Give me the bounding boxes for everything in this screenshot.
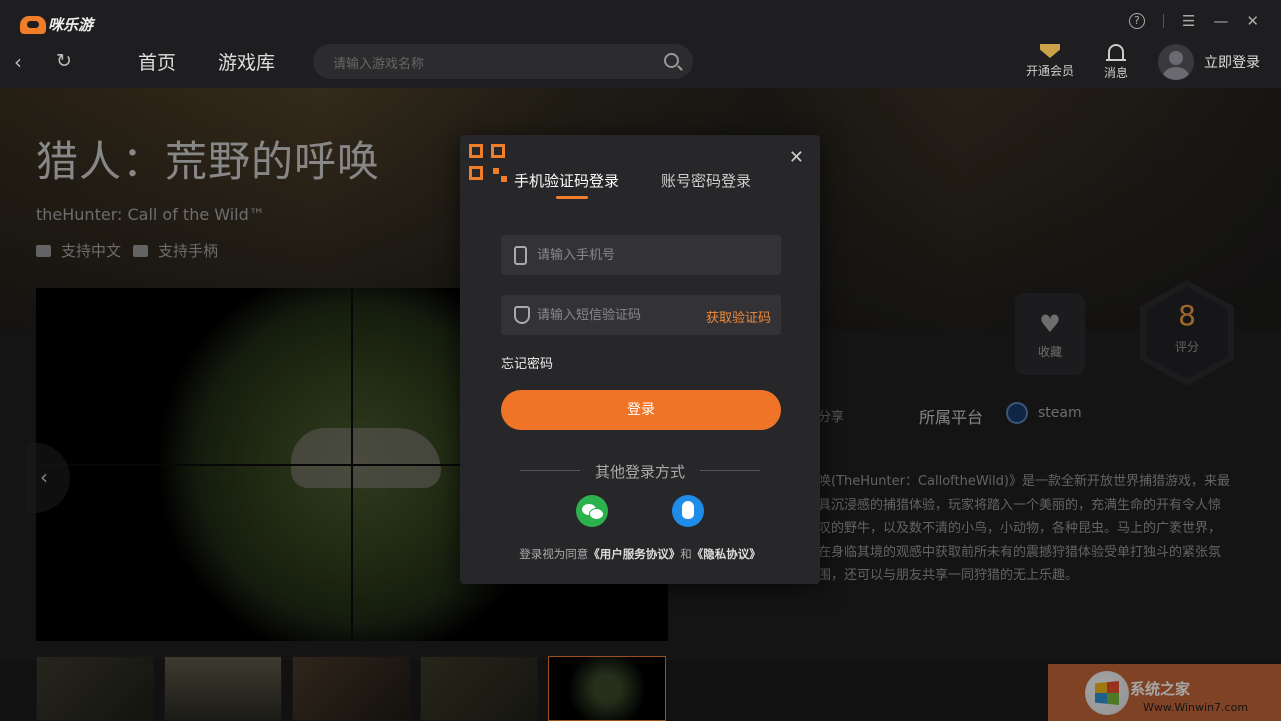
sms-code-field[interactable]: 获取验证码 (501, 295, 781, 335)
shield-icon (514, 306, 530, 324)
agreement-text: 登录视为同意《用户服务协议》和《隐私协议》 (460, 546, 820, 562)
help-icon[interactable]: ? (1128, 13, 1145, 29)
login-dialog: ✕ 手机验证码登录 账号密码登录 获取验证码 忘记密码 登录 其他登录方式 登录… (460, 135, 820, 584)
tab-game-library[interactable]: 游戏库 (218, 48, 275, 75)
phone-input[interactable] (537, 235, 697, 275)
search-placeholder: 请输入游戏名称 (333, 57, 425, 72)
qr-code-icon[interactable] (469, 144, 507, 182)
search-bar[interactable]: 请输入游戏名称 (313, 44, 693, 79)
login-button[interactable]: 登录 (501, 390, 781, 430)
refresh-icon[interactable]: ↻ (56, 50, 72, 72)
app-logo: 咪乐游 (20, 14, 93, 35)
tab-home[interactable]: 首页 (138, 48, 176, 75)
window-controls: ? ☰ — ✕ (1128, 12, 1259, 30)
forgot-password-link[interactable]: 忘记密码 (501, 353, 553, 372)
avatar[interactable] (1158, 44, 1194, 80)
menu-icon[interactable]: ☰ (1182, 12, 1195, 30)
app-window: 猎人：荒野的呼唤 theHunter: Call of the Wild™ 支持… (0, 0, 1281, 721)
phone-icon (514, 246, 527, 265)
separator (1162, 14, 1164, 28)
user-agreement-link[interactable]: 《用户服务协议》 (588, 547, 680, 561)
back-icon[interactable]: ‹ (14, 50, 22, 74)
login-link[interactable]: 立即登录 (1204, 52, 1260, 72)
close-icon[interactable]: ✕ (789, 147, 804, 168)
gamepad-logo-icon (20, 15, 46, 34)
vip-label: 开通会员 (1026, 64, 1075, 78)
other-login-methods: 其他登录方式 (520, 461, 760, 482)
active-tab-indicator (556, 196, 588, 199)
sms-code-input[interactable] (537, 295, 697, 335)
diamond-icon (1040, 44, 1060, 58)
search-icon[interactable] (664, 53, 679, 68)
wechat-icon[interactable] (576, 495, 608, 527)
top-bar: 咪乐游 ? ☰ — ✕ ‹ ↻ 首页 游戏库 请输入游戏名称 开通会员 消息 立… (0, 0, 1281, 88)
phone-field[interactable] (501, 235, 781, 275)
tab-password-login[interactable]: 账号密码登录 (661, 170, 751, 191)
agreement-and: 和 (680, 547, 692, 561)
divider-right (700, 470, 760, 471)
get-code-button[interactable]: 获取验证码 (706, 307, 771, 326)
divider-left (520, 470, 580, 471)
bell-icon (1106, 44, 1126, 61)
app-name: 咪乐游 (48, 16, 94, 34)
other-login-label: 其他登录方式 (594, 463, 685, 481)
minimize-icon[interactable]: — (1213, 12, 1228, 30)
messages-button[interactable]: 消息 (1104, 44, 1128, 81)
vip-button[interactable]: 开通会员 (1026, 44, 1074, 79)
privacy-agreement-link[interactable]: 《隐私协议》 (692, 547, 761, 561)
tab-sms-login[interactable]: 手机验证码登录 (514, 170, 619, 191)
close-window-icon[interactable]: ✕ (1246, 12, 1259, 30)
messages-label: 消息 (1104, 66, 1129, 80)
qq-icon[interactable] (672, 495, 704, 527)
agreement-prefix: 登录视为同意 (519, 547, 589, 561)
